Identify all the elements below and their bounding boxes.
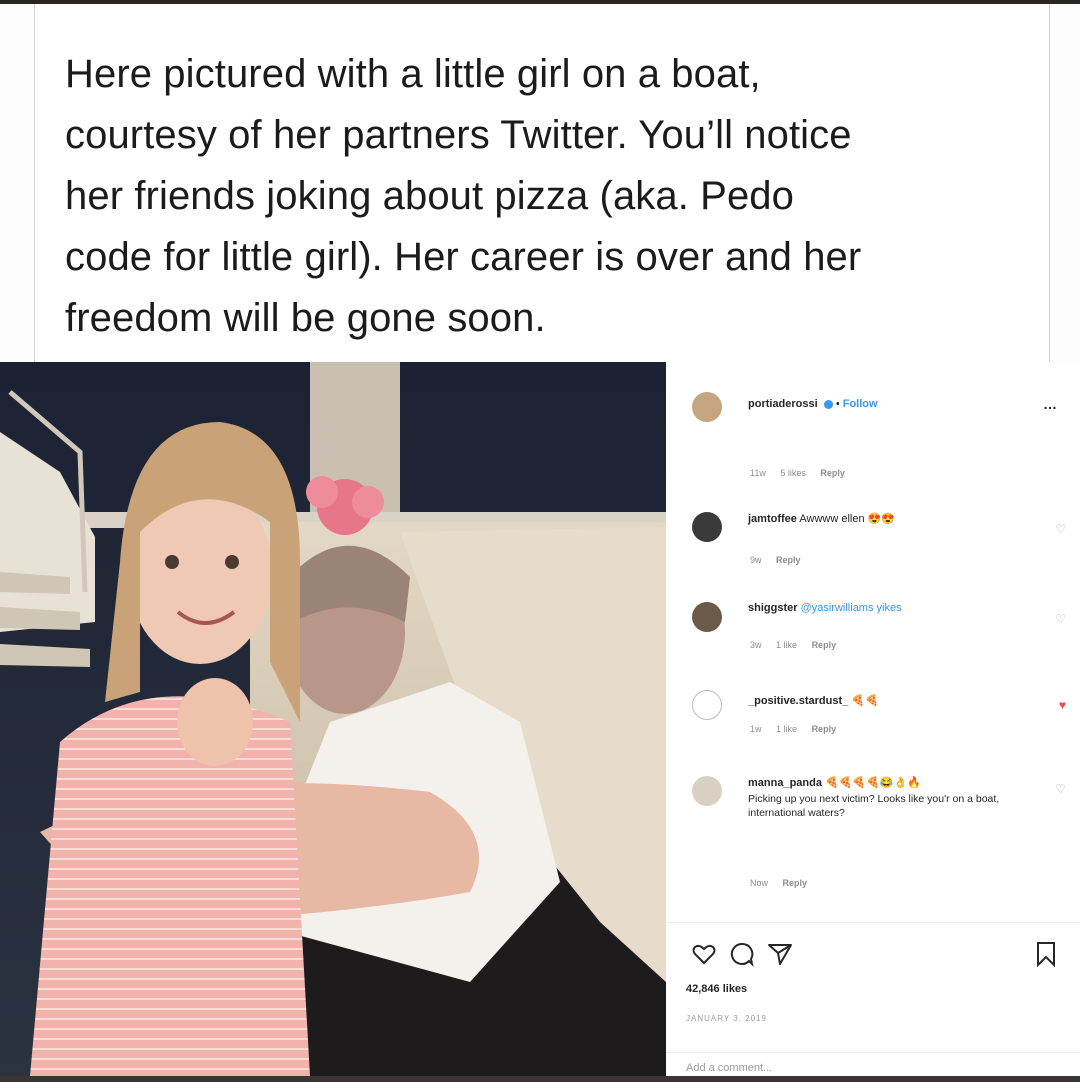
- post-date: JANUARY 3, 2019: [686, 1014, 767, 1023]
- comment-meta: 3w 1 like Reply: [750, 640, 848, 650]
- comment-time: 9w: [750, 555, 762, 565]
- caption-line: freedom will be gone soon.: [65, 296, 546, 340]
- commenter-avatar[interactable]: [692, 776, 722, 806]
- comment-emoji: 🍕🍕🍕🍕😂👌🔥: [825, 777, 921, 789]
- separator: •: [835, 398, 840, 410]
- like-heart-icon[interactable]: [690, 940, 718, 968]
- reply-button[interactable]: Reply: [812, 640, 837, 650]
- commenter-avatar[interactable]: [692, 602, 722, 632]
- comment-bubble-icon[interactable]: [728, 940, 756, 968]
- comment-time: 1w: [750, 724, 762, 734]
- comment-emoji: 😍😍: [867, 513, 896, 525]
- section-divider: [666, 1052, 1080, 1053]
- comment-time: 11w: [750, 468, 766, 478]
- comment-meta: 9w Reply: [750, 555, 813, 565]
- caption-text: Here pictured with a little girl on a bo…: [65, 44, 1025, 349]
- owner-username[interactable]: portiaderossi: [748, 398, 818, 410]
- caption-line: her friends joking about pizza (aka. Ped…: [65, 174, 794, 218]
- comment-text: Picking up you next victim? Looks like y…: [748, 793, 1000, 819]
- comment-item: shiggster @yasirwilliams yikes: [748, 602, 902, 614]
- comment-like-heart-icon[interactable]: ♡: [1055, 612, 1066, 626]
- commenter-avatar[interactable]: [692, 690, 722, 720]
- caption-line: courtesy of her partners Twitter. You’ll…: [65, 113, 852, 157]
- comment-emoji: 🍕🍕: [851, 695, 879, 707]
- reply-button[interactable]: Reply: [820, 468, 845, 478]
- comment-meta: 1w 1 like Reply: [750, 724, 848, 734]
- comment-likes[interactable]: 1 like: [776, 640, 797, 650]
- comment-item: jamtoffee Awwww ellen 😍😍: [748, 512, 895, 525]
- caption-line: code for little girl). Her career is ove…: [65, 235, 862, 279]
- reply-button[interactable]: Reply: [776, 555, 801, 565]
- bookmark-icon[interactable]: [1032, 940, 1060, 968]
- bottom-border: [0, 1076, 1080, 1082]
- comment-meta: Now Reply: [750, 878, 819, 888]
- commenter-avatar[interactable]: [692, 512, 722, 542]
- follow-button[interactable]: Follow: [843, 398, 878, 410]
- verified-badge-icon: [823, 399, 833, 409]
- caption-line: Here pictured with a little girl on a bo…: [65, 52, 761, 96]
- comment-like-heart-icon[interactable]: ♡: [1055, 782, 1066, 796]
- comment-liked-heart-icon[interactable]: ♥: [1059, 698, 1066, 712]
- section-divider: [666, 922, 1080, 923]
- owner-avatar[interactable]: [692, 392, 722, 422]
- more-options-icon[interactable]: …: [1043, 396, 1058, 412]
- comment-item: _positive.stardust_ 🍕🍕: [748, 694, 879, 707]
- post-header: portiaderossi • Follow: [748, 398, 878, 410]
- commenter-username[interactable]: _positive.stardust_: [748, 695, 848, 707]
- comment-like-heart-icon[interactable]: ♡: [1055, 522, 1066, 536]
- share-plane-icon[interactable]: [766, 940, 794, 968]
- reply-button[interactable]: Reply: [812, 724, 837, 734]
- comment-time: Now: [750, 878, 769, 888]
- comment-time: 3w: [750, 640, 762, 650]
- comment-likes[interactable]: 1 like: [776, 724, 797, 734]
- instagram-panel: portiaderossi • Follow … 11w 5 likes Rep…: [666, 362, 1080, 1076]
- commenter-username[interactable]: manna_panda: [748, 777, 822, 789]
- commenter-username[interactable]: jamtoffee: [748, 513, 797, 525]
- comment-item: manna_panda 🍕🍕🍕🍕😂👌🔥: [748, 776, 921, 789]
- likes-count[interactable]: 42,846 likes: [686, 983, 747, 995]
- owner-comment-meta: 11w 5 likes Reply: [750, 468, 857, 478]
- comment-text: @yasirwilliams yikes: [800, 602, 902, 614]
- commenter-username[interactable]: shiggster: [748, 602, 798, 614]
- comment-text: Awwww ellen: [799, 513, 865, 525]
- caption-card: Here pictured with a little girl on a bo…: [34, 4, 1050, 362]
- add-comment-input[interactable]: Add a comment...: [686, 1062, 772, 1074]
- reply-button[interactable]: Reply: [783, 878, 808, 888]
- post-photo[interactable]: [0, 362, 666, 1076]
- photo-illustration: [0, 362, 666, 1076]
- comment-likes[interactable]: 5 likes: [780, 468, 806, 478]
